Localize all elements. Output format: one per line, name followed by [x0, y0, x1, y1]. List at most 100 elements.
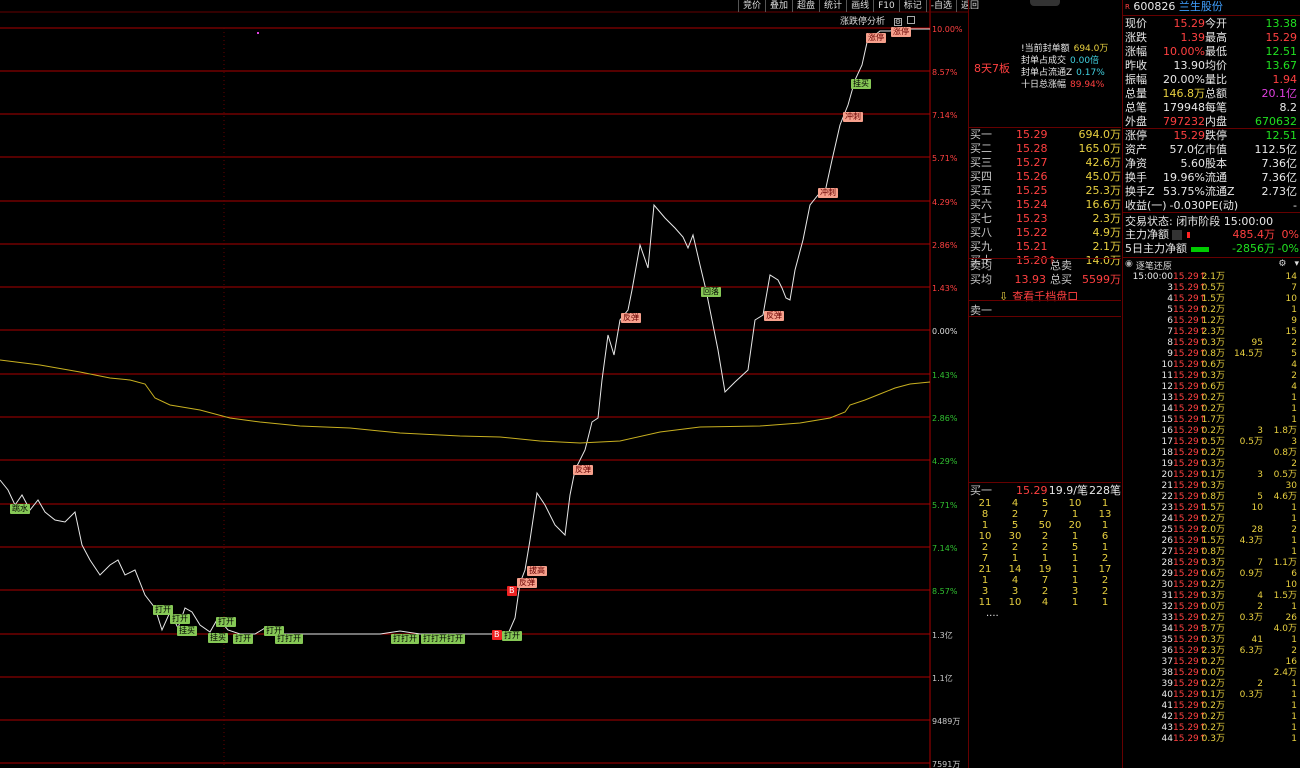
quote-value: 53.75% — [1163, 185, 1205, 198]
tick-cell: 0.3万 — [1201, 591, 1225, 601]
tick-row: 38 15.29↑ 0.0万 2.4万 — [1125, 668, 1299, 679]
quote-row: 涨跌 1.39 最高 15.29 — [1125, 31, 1299, 45]
tick-cell: 1 — [1291, 404, 1297, 414]
toolbar-button[interactable]: 超盘 — [792, 0, 819, 12]
toolbar-button[interactable]: 画线 — [846, 0, 873, 12]
quote-value: 7.36亿 — [1261, 157, 1298, 170]
tick-row: 4 15.29↑ 1.5万 10 — [1125, 294, 1299, 305]
tick-cell: 1.2万 — [1201, 316, 1225, 326]
main-net-block: 主力净额 485.4万 0% 5日主力净额 -2856万 -0% — [1125, 228, 1299, 255]
tick-row: 31 15.29↑ 0.3万 4 1.5万 — [1125, 591, 1299, 602]
axis-label: 7.14% — [932, 111, 958, 120]
queue-cell: 2 — [1041, 531, 1049, 542]
queue-cell: 7 — [1041, 509, 1049, 520]
tick-cell: 0.8万 — [1201, 547, 1225, 557]
queue-cell: 2 — [1041, 542, 1049, 553]
tick-cell — [1225, 668, 1263, 679]
tick-cell: 10 — [1251, 503, 1263, 513]
toolbar-button[interactable]: -自选 — [925, 0, 956, 12]
tick-cell: 15.29↑ — [1173, 316, 1207, 326]
stats-grid: 涨停 15.29 跌停 12.51 资产 57.0亿 市值 112.5亿 净资 5.60 股本 7.3… — [1125, 129, 1299, 213]
quote-label: 股本 — [1205, 157, 1227, 170]
tick-cell: 15.29↑ — [1173, 481, 1207, 491]
level-volume: 25.3万 — [1085, 184, 1122, 197]
queue-cell: 13 — [1098, 509, 1112, 520]
tick-cell: 15.29↑ — [1173, 613, 1207, 623]
signal-tag: 挂买 — [208, 633, 228, 643]
quote-label: 最高 — [1205, 31, 1227, 44]
tick-cell: 26 — [1161, 536, 1173, 546]
tick-cell: 25 — [1161, 525, 1173, 535]
tick-row: 43 15.29↑ 0.2万 1 — [1125, 723, 1299, 734]
queue-cell: 2 — [1011, 509, 1019, 520]
queue-cell: 1 — [981, 520, 989, 531]
tick-cell: 1.7万 — [1201, 415, 1225, 425]
tick-cell — [1225, 327, 1263, 338]
quote-row: 总笔 179948 每笔 8.2 — [1125, 101, 1299, 115]
divider — [1123, 15, 1300, 16]
tick-cell: 29 — [1161, 569, 1173, 579]
tick-cell: 4.6万 — [1273, 492, 1297, 502]
tick-cell: 15.29↑ — [1173, 382, 1207, 392]
settings-icon[interactable]: ⚙ — [1278, 259, 1286, 272]
queue-cell: 1 — [1071, 531, 1079, 542]
tick-cell: 9 — [1167, 349, 1173, 359]
qiandang-link[interactable]: ⇩ 查看千档盘口 — [999, 288, 1078, 304]
queue-cell: 1 — [1071, 509, 1079, 520]
tick-cell: 15.29↑ — [1173, 459, 1207, 469]
level-price: 15.21 — [1016, 240, 1048, 253]
tick-row: 6 15.29↑ 1.2万 9 — [1125, 316, 1299, 327]
toolbar-button[interactable]: 标记 — [898, 0, 926, 12]
settings-icon[interactable]: ⚙ — [893, 18, 902, 26]
stock-code: 600826 — [1133, 0, 1176, 13]
tick-cell: 42 — [1161, 712, 1173, 722]
level-name: 买六 — [970, 198, 992, 211]
tick-cell: 12 — [1161, 382, 1173, 392]
buy-levels: 买一 15.29 694.0万 买二 15.28 165.0万 买三 15.27 42.6万 买四… — [970, 128, 1121, 268]
tick-cell: 2 — [1291, 525, 1297, 535]
tick-cell: 1.1万 — [1273, 558, 1297, 568]
level-volume: 2.3万 — [1092, 212, 1122, 225]
quote-row: 涨幅 10.00% 最低 12.51 — [1125, 45, 1299, 59]
dropdown-icon[interactable]: ▾ — [1294, 259, 1299, 272]
tick-row: 13 15.29↑ 0.2万 1 — [1125, 393, 1299, 404]
axis-label: 1.43% — [932, 284, 958, 293]
quote-label: 市值 — [1205, 143, 1227, 156]
tick-cell: 0.2万 — [1201, 613, 1225, 623]
quote-row: 换手 19.96% 流通 7.36亿 — [1125, 171, 1299, 185]
tick-cell: 15.29↑ — [1173, 723, 1207, 733]
tick-row: 29 15.29↑ 0.6万 0.9万 6 — [1125, 569, 1299, 580]
queue-row: 7 1 1 1 2 — [970, 553, 1121, 564]
tick-cell: 15.29↑ — [1173, 415, 1207, 425]
quote-value: 8.2 — [1279, 101, 1298, 114]
tick-cell: 30 — [1161, 580, 1173, 590]
limit-up-analysis-label[interactable]: 涨跌停分析 ⚙ — [840, 14, 915, 27]
tick-cell: 34 — [1161, 624, 1173, 634]
tick-cell: 0.2万 — [1201, 393, 1225, 403]
toolbar-button[interactable]: 竞价 — [738, 0, 765, 12]
window-icon[interactable] — [906, 16, 915, 24]
queue-cell: 3 — [1011, 586, 1019, 597]
quote-label: 均价 — [1205, 59, 1227, 72]
quote-row: 净资 5.60 股本 7.36亿 — [1125, 157, 1299, 171]
avg-line — [0, 359, 931, 444]
tick-cell: 0.9万 — [1239, 569, 1263, 579]
toolbar-button[interactable]: 叠加 — [765, 0, 792, 12]
tick-cell: 30 — [1285, 481, 1297, 491]
toolbar-button[interactable]: 统计 — [819, 0, 846, 12]
toolbar-button[interactable]: F10 — [873, 0, 899, 12]
quote-value: 57.0亿 — [1169, 143, 1206, 156]
tick-row: 33 15.29↑ 0.2万 0.3万 26 — [1125, 613, 1299, 624]
tick-row: 3 15.29↑ 0.5万 7 — [1125, 283, 1299, 294]
intraday-chart[interactable]: 10.00% 8.57% 7.14% 5.71% 4.29% 2.86% 1.43% 0.00… — [0, 0, 968, 768]
tick-cell: 0.2万 — [1201, 657, 1225, 667]
tick-cell: 1 — [1291, 503, 1297, 513]
tick-cell: 15.29↑ — [1173, 690, 1207, 700]
signal-tag: 打打开 — [391, 634, 419, 644]
tick-row: 27 15.29↑ 0.8万 1 — [1125, 547, 1299, 558]
quote-label: 资产 — [1125, 143, 1147, 156]
zhubi-tab[interactable]: ◉ 逐笔还原 ⚙ ▾ — [1125, 259, 1299, 272]
queue-cell: 17 — [1098, 564, 1112, 575]
collapse-tab[interactable] — [969, 0, 1121, 14]
seal-label: !当前封单额 — [1021, 44, 1070, 54]
